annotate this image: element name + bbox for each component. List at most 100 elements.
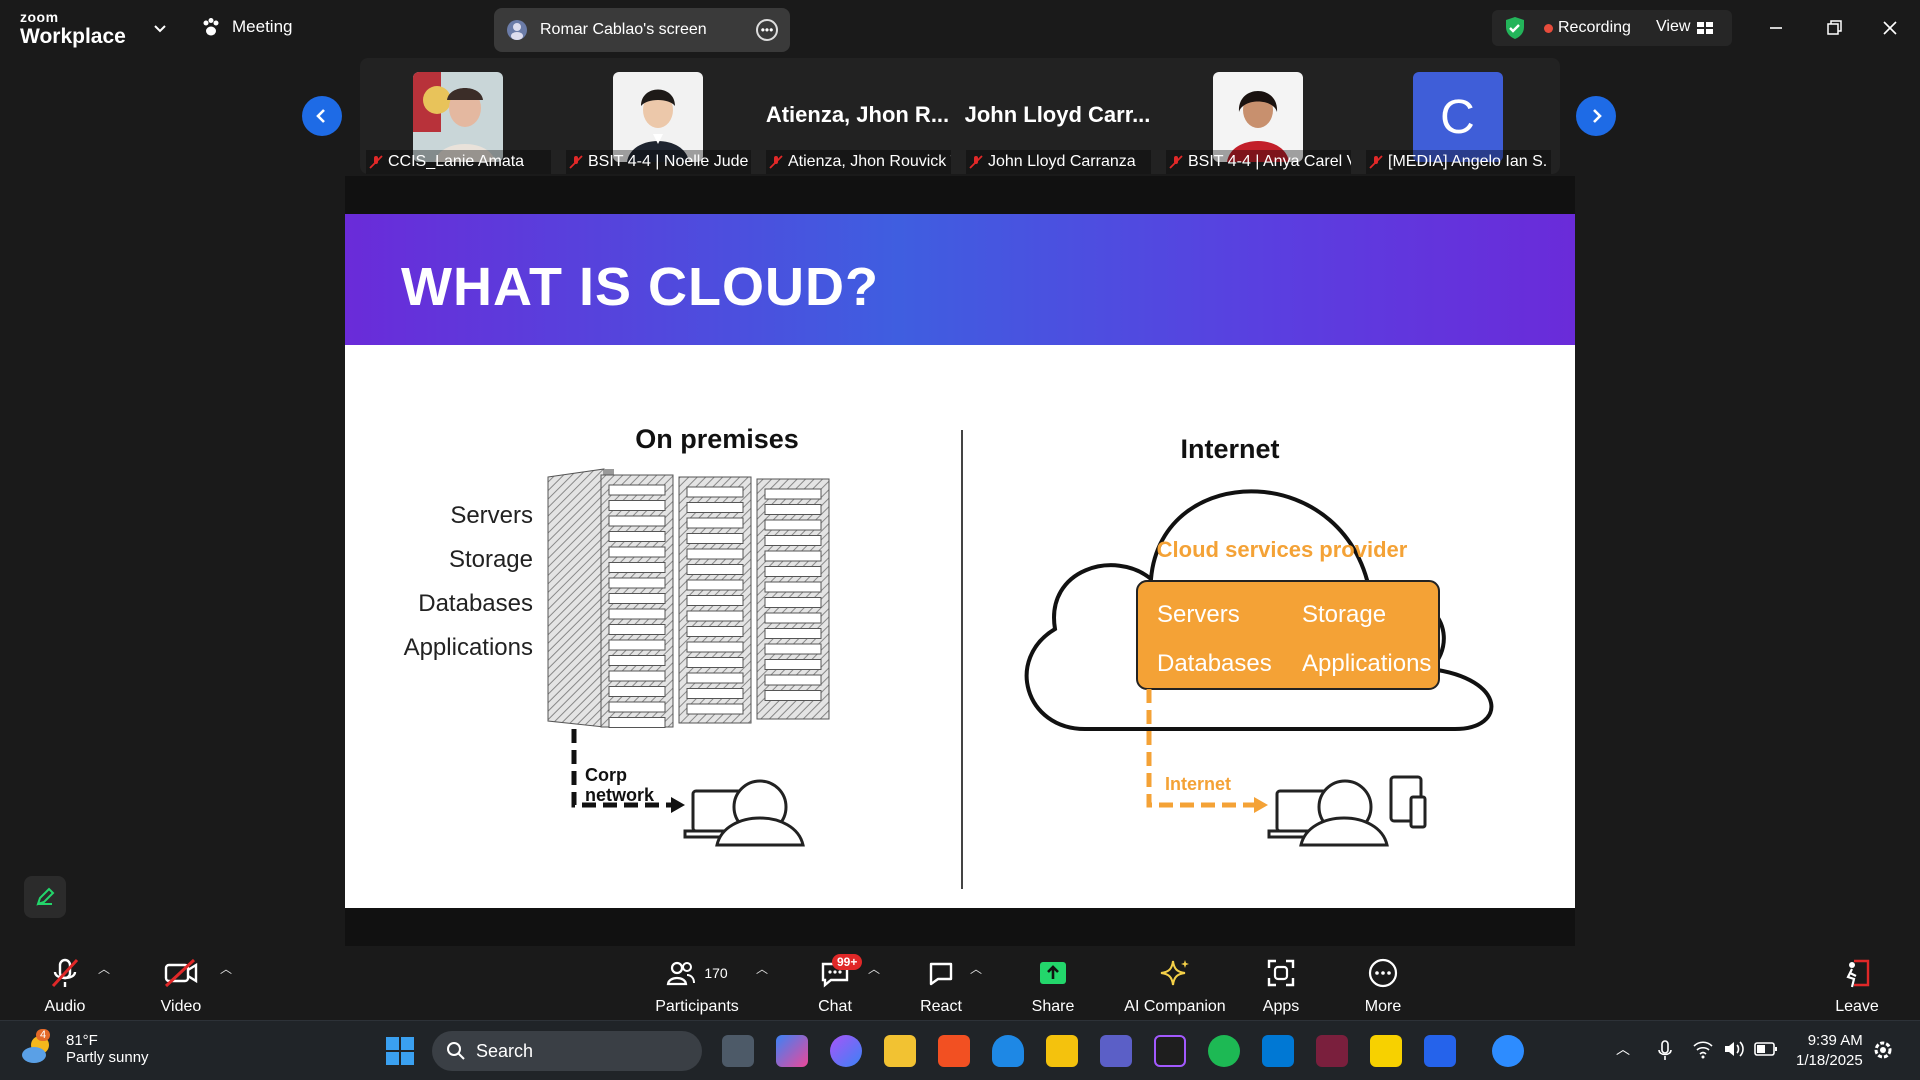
- chat-button[interactable]: 99+ Chat: [810, 954, 863, 1016]
- server-slot: [686, 641, 744, 653]
- settings-gear-icon[interactable]: [1872, 1039, 1894, 1061]
- view-button[interactable]: View: [1656, 18, 1690, 36]
- participants-options-caret[interactable]: ︿: [756, 960, 768, 977]
- pencil-icon: [36, 887, 55, 906]
- copilot-icon[interactable]: [776, 1035, 808, 1067]
- volume-icon[interactable]: [1722, 1039, 1744, 1059]
- system-clock[interactable]: 9:39 AM 1/18/2025: [1796, 1031, 1863, 1071]
- internet-heading: Internet: [1180, 434, 1279, 464]
- battery-icon[interactable]: [1754, 1041, 1778, 1057]
- server-slot: [608, 531, 666, 542]
- mic-muted-icon: [1369, 155, 1383, 169]
- participant-tile[interactable]: CCIS_Lanie Amata: [360, 58, 555, 174]
- meeting-toolbar: Audio ︿ Video ︿ 170 Participants ︿ 99+ C…: [0, 946, 1920, 1020]
- audio-button[interactable]: Audio: [40, 954, 90, 1016]
- react-options-caret[interactable]: ︿: [970, 960, 982, 977]
- server-slot: [686, 502, 744, 513]
- more-options-icon[interactable]: •••: [756, 19, 778, 41]
- show-hidden-icons-chevron-icon[interactable]: ︿: [1616, 1039, 1630, 1059]
- previous-page-button[interactable]: [302, 96, 342, 136]
- more-button[interactable]: More: [1358, 954, 1408, 1016]
- close-icon[interactable]: [1876, 14, 1904, 42]
- server-slot: [608, 701, 666, 713]
- zoom-app-icon[interactable]: [1492, 1035, 1524, 1067]
- annotate-button[interactable]: [24, 876, 66, 918]
- video-options-caret[interactable]: ︿: [220, 960, 232, 977]
- weather-alert-badge: 4: [36, 1029, 51, 1041]
- title-bar: zoom Workplace Meeting Romar Cablao's sc…: [0, 0, 1920, 56]
- video-button[interactable]: Video: [156, 954, 206, 1016]
- server-slot: [764, 535, 822, 546]
- more-icon: [1368, 958, 1398, 988]
- server-slot: [608, 546, 666, 558]
- server-slot: [608, 593, 666, 604]
- participant-caption: CCIS_Lanie Amata: [366, 150, 551, 174]
- taskbar-search[interactable]: Search: [432, 1031, 702, 1071]
- mic-muted-icon: [769, 155, 783, 169]
- participant-tile[interactable]: BSIT 4-4 | Anya Carel V...: [1160, 58, 1355, 174]
- app-icon[interactable]: [1424, 1035, 1456, 1067]
- participants-label: Participants: [655, 998, 739, 1015]
- weather-widget[interactable]: 4 81°F Partly sunny: [20, 1029, 149, 1067]
- participant-caption: John Lloyd Carranza: [966, 150, 1151, 174]
- shield-check-icon[interactable]: [1502, 15, 1528, 41]
- apps-button[interactable]: Apps: [1256, 954, 1306, 1016]
- task-view-icon[interactable]: [722, 1035, 754, 1067]
- cloud-service-item: Storage: [1302, 601, 1386, 628]
- sticky-notes-icon[interactable]: [1370, 1035, 1402, 1067]
- zoom-workplace-logo[interactable]: zoom Workplace: [20, 10, 126, 47]
- paw-icon: [203, 18, 219, 36]
- app-icon[interactable]: [1316, 1035, 1348, 1067]
- participant-tile[interactable]: BSIT 4-4 | Noelle Jude ...: [560, 58, 755, 174]
- restore-icon[interactable]: [1820, 14, 1848, 42]
- figma-icon[interactable]: [1154, 1035, 1186, 1067]
- server-slot: [608, 484, 666, 496]
- share-label: Share: [1031, 998, 1075, 1015]
- server-slot: [608, 608, 666, 620]
- ai-companion-button[interactable]: AI Companion: [1120, 954, 1230, 1016]
- server-slot: [686, 564, 744, 575]
- share-button[interactable]: Share: [1028, 954, 1078, 1016]
- shared-screen-label: Romar Cablao's screen: [540, 21, 707, 38]
- mic-muted-icon: [1169, 155, 1183, 169]
- corp-network-label: network: [585, 785, 655, 805]
- meeting-status-group: Recording View: [1492, 10, 1732, 46]
- server-slot: [686, 657, 744, 668]
- chat-options-caret[interactable]: ︿: [868, 960, 880, 977]
- react-button[interactable]: React: [916, 954, 966, 1016]
- participant-tile[interactable]: Atienza, Jhon R... Atienza, Jhon Rouvick…: [760, 58, 955, 174]
- microphone-icon[interactable]: [1656, 1039, 1674, 1061]
- messenger-icon[interactable]: [830, 1035, 862, 1067]
- leave-label: Leave: [1835, 998, 1879, 1015]
- cloud-service-item: Applications: [1302, 650, 1431, 677]
- shared-screen-indicator[interactable]: Romar Cablao's screen •••: [494, 8, 790, 52]
- server-slot: [686, 548, 744, 560]
- chevron-down-icon[interactable]: [152, 20, 168, 36]
- wifi-icon[interactable]: [1692, 1039, 1714, 1059]
- server-slot: [764, 550, 822, 562]
- server-slot: [764, 597, 822, 608]
- windows-start-icon[interactable]: [384, 1035, 416, 1067]
- onedrive-icon[interactable]: [992, 1035, 1024, 1067]
- file-explorer-icon[interactable]: [884, 1035, 916, 1067]
- minimize-icon[interactable]: [1762, 14, 1790, 42]
- meeting-button[interactable]: Meeting: [200, 16, 292, 38]
- cloud-service-item: Servers: [1157, 601, 1240, 628]
- google-keep-icon[interactable]: [1046, 1035, 1078, 1067]
- participants-button[interactable]: 170 Participants: [652, 954, 742, 1016]
- participant-tile[interactable]: John Lloyd Carr... John Lloyd Carranza: [960, 58, 1155, 174]
- participant-tile[interactable]: C [MEDIA] Angelo Ian S. ...: [1360, 58, 1555, 174]
- avatar: [507, 20, 527, 40]
- recording-label[interactable]: Recording: [1558, 19, 1631, 37]
- brave-browser-icon[interactable]: [938, 1035, 970, 1067]
- weather-icon: 4: [20, 1029, 56, 1067]
- vscode-icon[interactable]: [1262, 1035, 1294, 1067]
- leave-button[interactable]: Leave: [1832, 954, 1882, 1016]
- spotify-icon[interactable]: [1208, 1035, 1240, 1067]
- teams-icon[interactable]: [1100, 1035, 1132, 1067]
- grid-view-icon[interactable]: [1696, 20, 1714, 36]
- apps-label: Apps: [1262, 998, 1300, 1015]
- next-page-button[interactable]: [1576, 96, 1616, 136]
- audio-options-caret[interactable]: ︿: [98, 960, 110, 977]
- server-slot: [608, 562, 666, 573]
